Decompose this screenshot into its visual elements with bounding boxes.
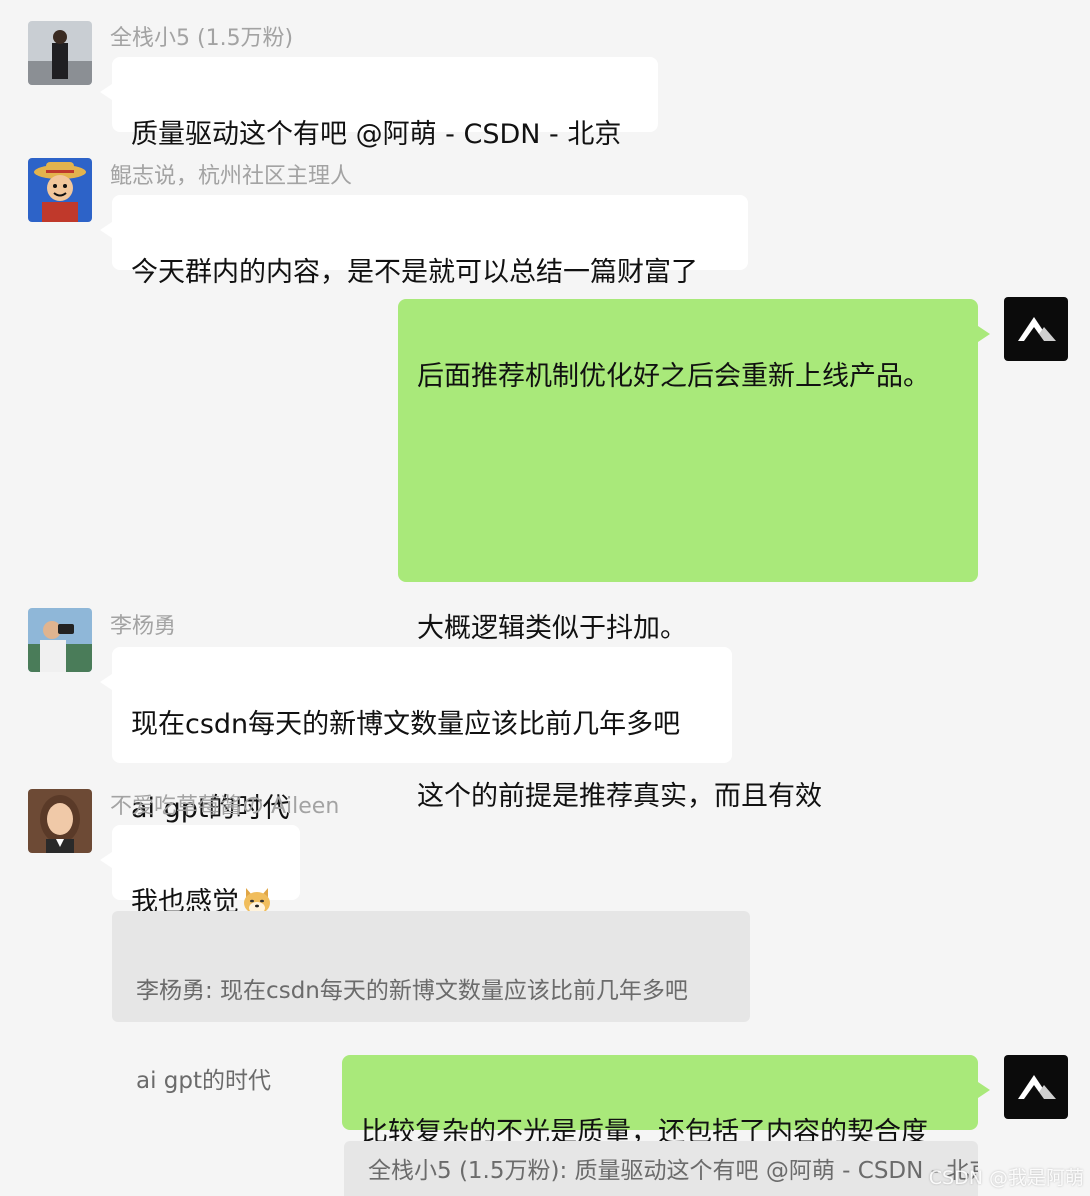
sender-name: 鲲志说，杭州社区主理人 bbox=[110, 164, 353, 189]
message-bubble[interactable]: 比较复杂的不光是质量，还包括了内容的契合度 bbox=[342, 1055, 990, 1148]
message-text: 后面推荐机制优化好之后会重新上线产品。 bbox=[417, 361, 930, 392]
message-text: 今天群内的内容，是不是就可以总结一篇财富了 bbox=[131, 257, 698, 288]
message-text: 大概逻辑类似于抖加。 bbox=[417, 613, 687, 644]
avatar[interactable] bbox=[28, 789, 92, 853]
quoted-message[interactable]: 全栈小5 (1.5万粉): 质量驱动这个有吧 @阿萌 - CSDN - 北京 bbox=[344, 1141, 978, 1196]
watermark: CSDN @我是阿萌 bbox=[928, 1167, 1084, 1189]
quoted-message[interactable]: 李杨勇: 现在csdn每天的新博文数量应该比前几年多吧 ai gpt的时代 bbox=[112, 911, 750, 1094]
avatar[interactable] bbox=[28, 158, 92, 222]
message-bubble[interactable]: 质量驱动这个有吧 @阿萌 - CSDN - 北京 bbox=[100, 57, 658, 150]
message-text: 质量驱动这个有吧 @阿萌 - CSDN - 北京 bbox=[131, 119, 622, 150]
quote-text: 李杨勇: 现在csdn每天的新博文数量应该比前几年多吧 bbox=[136, 978, 688, 1004]
avatar[interactable] bbox=[28, 608, 92, 672]
my-avatar[interactable] bbox=[1004, 1055, 1068, 1119]
message-bubble[interactable]: 今天群内的内容，是不是就可以总结一篇财富了 bbox=[100, 195, 748, 288]
message-bubble[interactable]: 我也感觉 bbox=[100, 825, 300, 918]
message-text: 现在csdn每天的新博文数量应该比前几年多吧 bbox=[131, 709, 681, 740]
my-avatar[interactable] bbox=[1004, 297, 1068, 361]
sender-name: 全栈小5 (1.5万粉) bbox=[110, 26, 294, 51]
quote-text: 全栈小5 (1.5万粉): 质量驱动这个有吧 @阿萌 - CSDN - 北京 bbox=[368, 1158, 978, 1184]
sender-name: 不爱吃草莓酱の Aileen bbox=[110, 794, 340, 819]
message-bubble[interactable]: 后面推荐机制优化好之后会重新上线产品。 大概逻辑类似于抖加。 这个的前提是推荐真… bbox=[398, 299, 990, 812]
sender-name: 李杨勇 bbox=[110, 614, 177, 639]
avatar[interactable] bbox=[28, 21, 92, 85]
message-bubble[interactable]: 现在csdn每天的新博文数量应该比前几年多吧 ai gpt的时代 bbox=[100, 647, 732, 824]
